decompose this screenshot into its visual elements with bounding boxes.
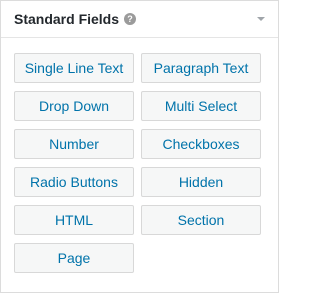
multi-select-button[interactable]: Multi Select [141, 91, 261, 121]
drop-down-button[interactable]: Drop Down [14, 91, 134, 121]
radio-buttons-button[interactable]: Radio Buttons [14, 167, 134, 197]
checkboxes-button[interactable]: Checkboxes [141, 129, 261, 159]
section-button[interactable]: Section [141, 205, 261, 235]
paragraph-text-button[interactable]: Paragraph Text [141, 53, 261, 83]
hidden-button[interactable]: Hidden [141, 167, 261, 197]
standard-fields-panel: Standard Fields ? Single Line Text Parag… [0, 0, 279, 293]
caret-down-glyph [257, 17, 265, 21]
caret-down-icon[interactable] [254, 12, 268, 26]
html-button[interactable]: HTML [14, 205, 134, 235]
panel-header[interactable]: Standard Fields ? [1, 1, 278, 38]
number-button[interactable]: Number [14, 129, 134, 159]
question-circle-icon[interactable]: ? [124, 13, 136, 25]
single-line-text-button[interactable]: Single Line Text [14, 53, 134, 83]
panel-title: Standard Fields [14, 11, 120, 27]
page-button[interactable]: Page [14, 243, 134, 273]
